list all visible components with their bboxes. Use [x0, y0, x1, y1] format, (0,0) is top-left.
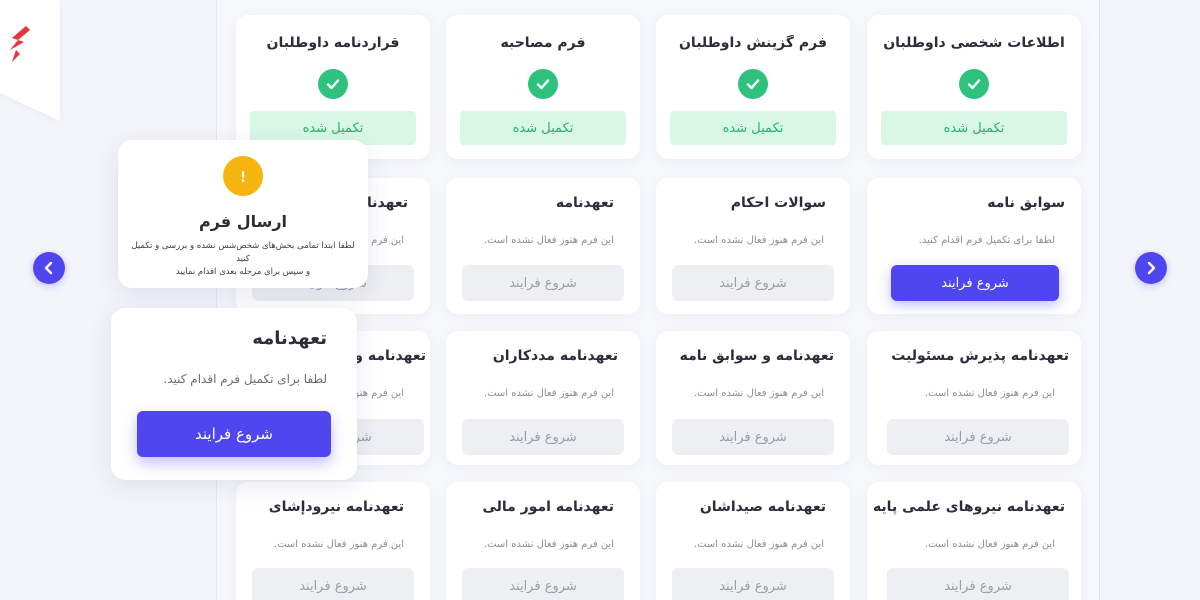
- popup-message-line: لطفا ابتدا تمامی بخش‌های شخص‌شس نشده و ب…: [131, 241, 355, 264]
- form-card: تعهدنامه امور مالی این فرم هنوز فعال نشد…: [446, 482, 640, 600]
- check-icon: [959, 69, 989, 99]
- form-card: تعهدنامه این فرم هنوز فعال نشده است. شرو…: [446, 178, 640, 314]
- form-card: تعهدنامه مددکاران این فرم هنوز فعال نشده…: [446, 331, 640, 465]
- form-card: تعهدنامه نیروهای علمی پایه این فرم هنوز …: [867, 482, 1081, 600]
- form-title: سوالات احکام: [730, 195, 826, 211]
- form-title: تعهدنامه و سوابق نامه: [679, 348, 834, 364]
- form-subtitle: این فرم هنوز فعال نشده است.: [483, 539, 614, 550]
- popup-message-line: و سپس برای مرحله بعدی اقدام نمایید: [175, 267, 311, 277]
- form-card: سوالات احکام این فرم هنوز فعال نشده است.…: [656, 178, 850, 314]
- form-subtitle: این فرم هنوز فعال نشده است.: [693, 235, 824, 246]
- form-subtitle: این فرم هنوز فعال نشده است.: [483, 235, 614, 246]
- completed-badge: تکمیل شده: [670, 111, 836, 145]
- form-subtitle: این فرم هنوز فعال نشده است.: [693, 388, 824, 399]
- start-process-button[interactable]: شروع فرایند: [462, 265, 624, 301]
- form-title: تعهدنامه: [555, 195, 614, 211]
- next-button[interactable]: [1135, 252, 1167, 284]
- prev-button[interactable]: [33, 252, 65, 284]
- form-subtitle: این فرم هنوز فعال نشده است.: [273, 539, 404, 550]
- form-card: تعهدنامه صیداشان این فرم هنوز فعال نشده …: [656, 482, 850, 600]
- form-title: سوابق نامه: [987, 195, 1065, 211]
- popup-message: لطفا ابتدا تمامی بخش‌های شخص‌شس نشده و ب…: [130, 240, 356, 279]
- start-process-button[interactable]: شروع فرایند: [887, 568, 1069, 600]
- form-title: فرم گزینش داوطلبان: [678, 35, 827, 51]
- start-process-button[interactable]: شروع فرایند: [462, 419, 624, 455]
- form-title: تعهدنامه نیرودإشای: [268, 499, 404, 515]
- completed-badge: تکمیل شده: [460, 111, 626, 145]
- form-title: قراردنامه داوطلبان: [266, 35, 400, 51]
- start-process-button[interactable]: شروع فرایند: [672, 419, 834, 455]
- form-subtitle: این فرم هنوز فعال نشده است.: [693, 539, 824, 550]
- form-subtitle: این فرم هنوز فعال نشده است.: [924, 539, 1055, 550]
- form-title: اطلاعات شخصی داوطلبان: [883, 35, 1065, 51]
- completed-form-card[interactable]: قراردنامه داوطلبان تکمیل شده: [236, 15, 430, 159]
- completed-form-card[interactable]: فرم مصاحبه تکمیل شده: [446, 15, 640, 159]
- start-process-button[interactable]: شروع فرایند: [887, 419, 1069, 455]
- start-process-button[interactable]: شروع فرایند: [137, 411, 331, 457]
- form-title: تعهدنامه مددکاران: [492, 348, 618, 364]
- form-subtitle: لطفا برای تکمیل فرم اقدام کنید.: [918, 235, 1055, 246]
- form-subtitle: این فرم هنوز فعال نشده است.: [924, 388, 1055, 399]
- start-process-button[interactable]: شروع فرایند: [252, 568, 414, 600]
- start-process-button[interactable]: شروع فرایند: [462, 568, 624, 600]
- form-title: تعهدنامه نیروهای علمی پایه: [872, 499, 1065, 515]
- start-process-button[interactable]: شروع فرایند: [891, 265, 1059, 301]
- exclamation-icon: [223, 156, 263, 196]
- zoomed-form-card: تعهدنامه لطفا برای تکمیل فرم اقدام کنید.…: [111, 308, 357, 480]
- form-title: تعهدنامه امور مالی: [482, 499, 614, 515]
- form-title: فرم مصاحبه: [500, 35, 586, 51]
- start-process-button[interactable]: شروع فرایند: [672, 265, 834, 301]
- completed-badge: تکمیل شده: [881, 111, 1067, 145]
- form-title: تعهدنامه: [252, 328, 327, 349]
- completed-form-card[interactable]: اطلاعات شخصی داوطلبان تکمیل شده: [867, 15, 1081, 159]
- check-icon: [738, 69, 768, 99]
- chevron-left-icon: [44, 261, 53, 275]
- form-card: تعهدنامه پذیرش مسئولیت این فرم هنوز فعال…: [867, 331, 1081, 465]
- form-title: تعهدنامه صیداشان: [699, 499, 826, 515]
- submit-form-popup: ارسال فرم لطفا ابتدا تمامی بخش‌های شخص‌ش…: [118, 140, 368, 288]
- brand-logo: [10, 26, 30, 62]
- chevron-right-icon: [1147, 261, 1156, 275]
- form-card: سوابق نامه لطفا برای تکمیل فرم اقدام کنی…: [867, 178, 1081, 314]
- form-card: تعهدنامه و سوابق نامه این فرم هنوز فعال …: [656, 331, 850, 465]
- start-process-button[interactable]: شروع فرایند: [672, 568, 834, 600]
- check-icon: [528, 69, 558, 99]
- check-icon: [318, 69, 348, 99]
- form-card: تعهدنامه نیرودإشای این فرم هنوز فعال نشد…: [236, 482, 430, 600]
- form-title: تعهدنامه پذیرش مسئولیت: [891, 348, 1069, 364]
- form-subtitle: این فرم هنوز فعال نشده است.: [483, 388, 614, 399]
- form-subtitle: لطفا برای تکمیل فرم اقدام کنید.: [163, 372, 327, 386]
- completed-form-card[interactable]: فرم گزینش داوطلبان تکمیل شده: [656, 15, 850, 159]
- popup-title: ارسال فرم: [198, 212, 288, 231]
